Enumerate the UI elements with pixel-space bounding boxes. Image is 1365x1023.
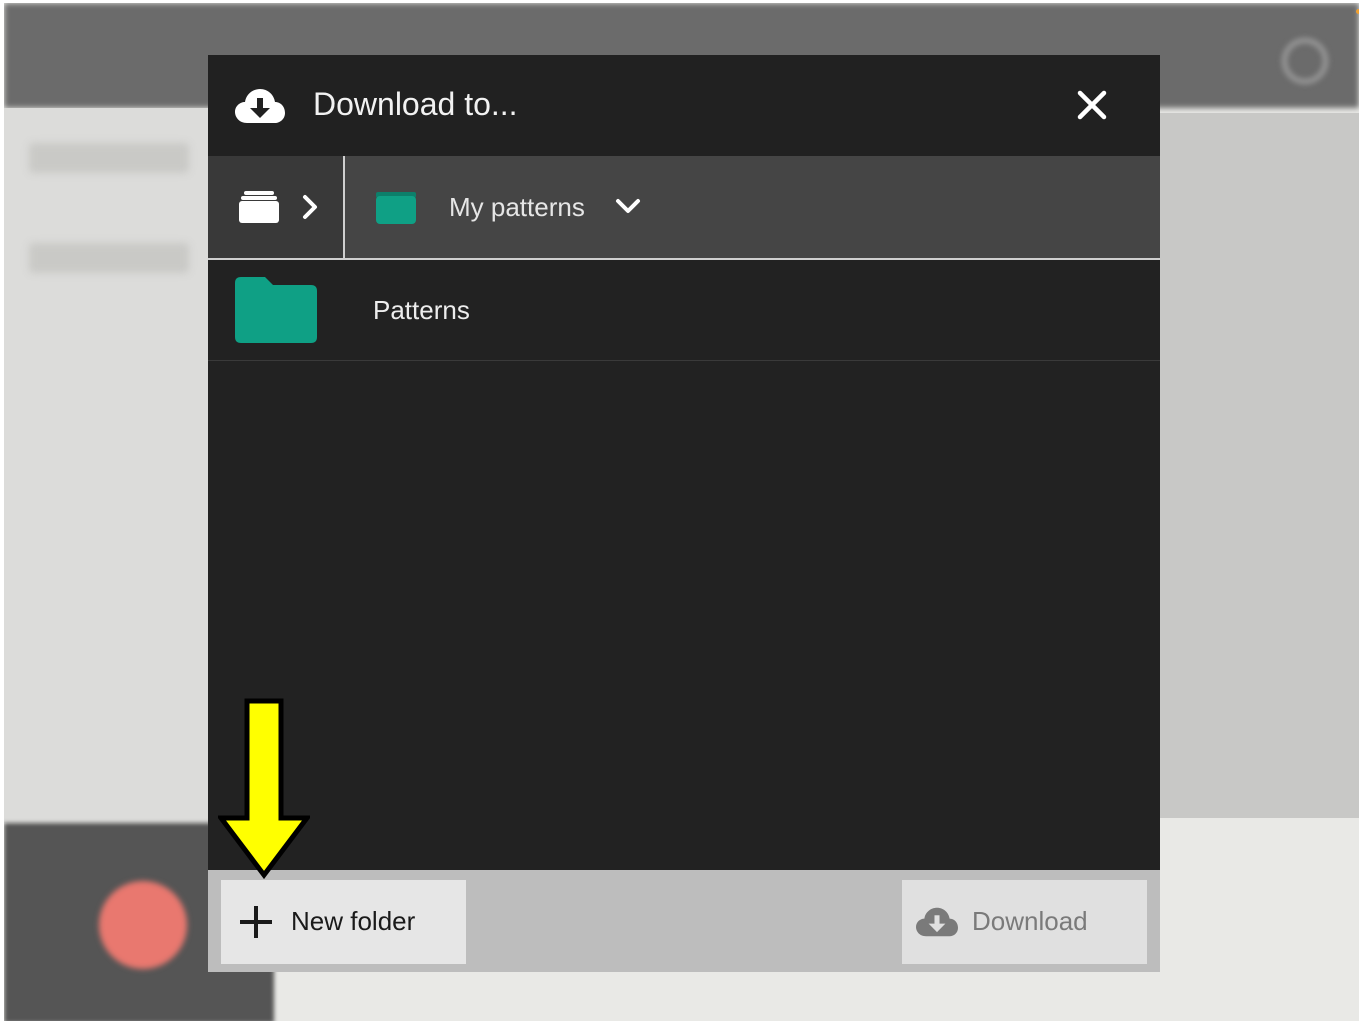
breadcrumb-root[interactable]: [208, 156, 345, 258]
new-folder-label: New folder: [291, 906, 416, 936]
folder-icon: [235, 277, 317, 343]
cloud-download-icon: [916, 907, 958, 937]
breadcrumb: My patterns: [208, 156, 1160, 260]
arrow-down-icon: [218, 698, 310, 880]
folder-stack-icon: [239, 191, 279, 223]
background-sidebar-item: [29, 143, 189, 173]
breadcrumb-current[interactable]: My patterns: [345, 156, 665, 258]
plus-icon: [240, 906, 272, 938]
chevron-right-icon: [303, 195, 317, 219]
background-sidebar: [4, 108, 209, 823]
dialog-footer: New folder Download: [208, 870, 1160, 972]
sync-icon: [1282, 38, 1328, 84]
close-icon[interactable]: [1074, 87, 1110, 123]
list-item[interactable]: Patterns: [208, 260, 1160, 361]
chevron-down-icon[interactable]: [615, 196, 641, 216]
download-dialog: Download to... My patterns Patterns New …: [208, 55, 1160, 972]
download-label: Download: [972, 906, 1088, 936]
download-button[interactable]: Download: [902, 880, 1147, 964]
new-folder-button[interactable]: New folder: [221, 880, 466, 964]
file-name: Patterns: [373, 295, 470, 325]
notification-dot: [1356, 9, 1359, 14]
background-sidebar-item: [29, 243, 189, 273]
cloud-download-icon: [235, 89, 285, 123]
dialog-title: Download to...: [313, 86, 518, 122]
dialog-header: Download to...: [208, 55, 1160, 156]
breadcrumb-current-label: My patterns: [449, 192, 585, 222]
background-red-button: [99, 881, 187, 969]
background-panel: [1159, 113, 1359, 818]
folder-icon: [376, 192, 416, 224]
